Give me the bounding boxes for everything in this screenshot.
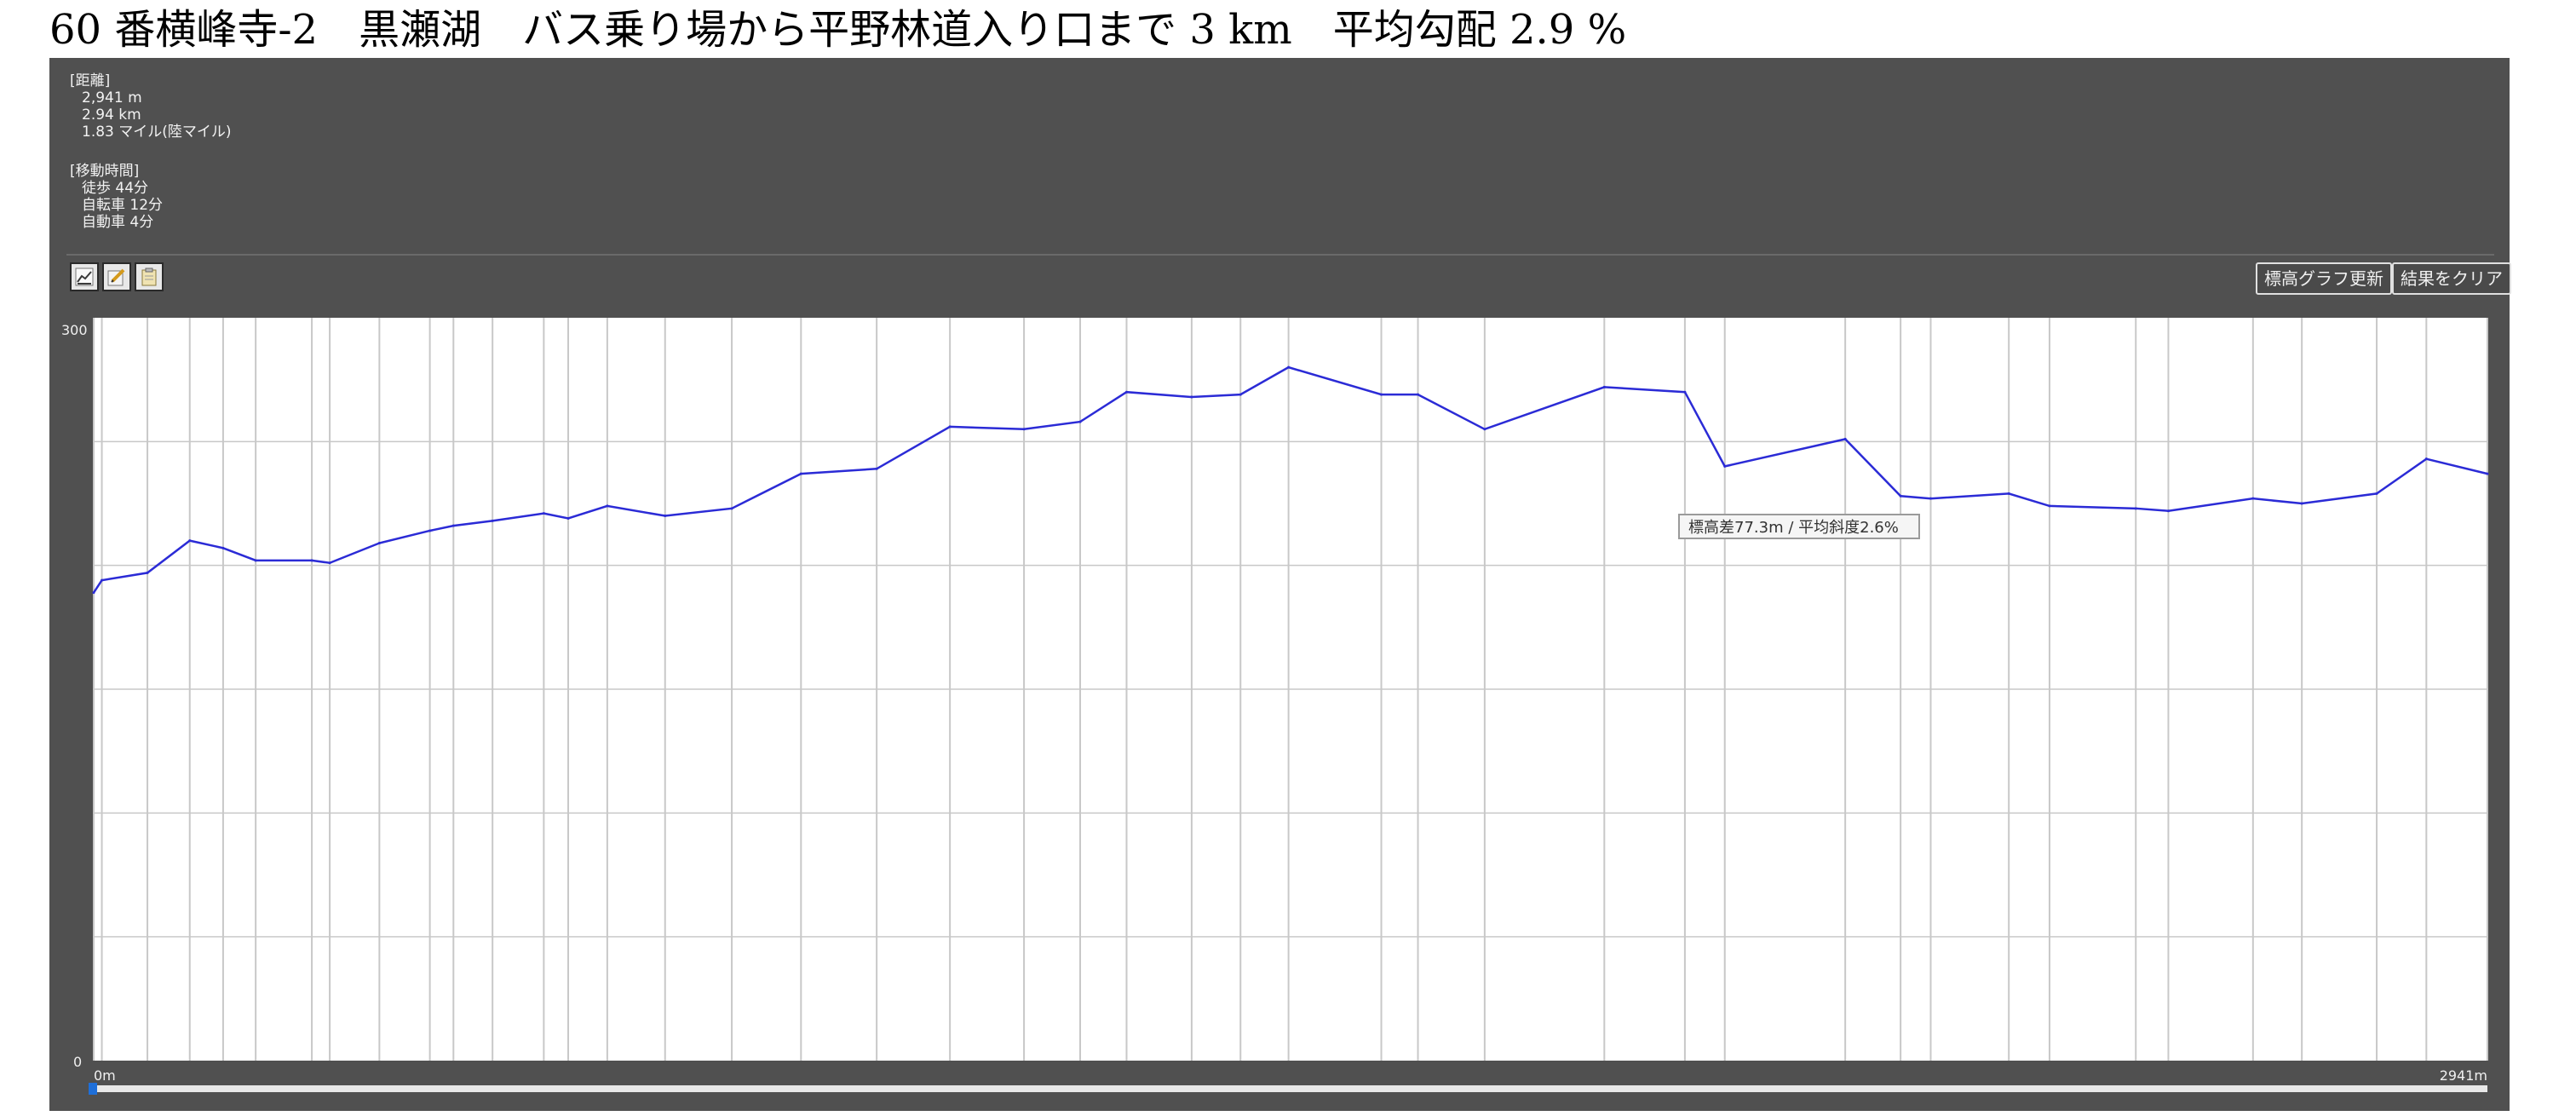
elevation-point — [221, 546, 225, 549]
elevation-point — [2251, 497, 2255, 500]
elevation-point — [491, 519, 494, 522]
elevation-point — [2424, 457, 2428, 461]
page-title: 60 番横峰寺-2 黒瀬湖 バス乗り場から平野林道入り口まで 3 km 平均勾配… — [49, 6, 1627, 54]
elevation-point — [1022, 428, 1026, 431]
range-scrollbar-handle[interactable] — [89, 1083, 97, 1095]
elevation-point — [566, 516, 570, 520]
elevation-point — [101, 578, 104, 582]
x-tick-label-end: 2941m — [2440, 1067, 2487, 1084]
elevation-point — [2134, 507, 2137, 510]
y-tick-label-top: 300 — [61, 322, 88, 338]
elevation-point — [377, 542, 381, 545]
elevation-point — [1843, 437, 1847, 440]
elevation-point — [1124, 390, 1128, 394]
elevation-point — [1683, 390, 1687, 394]
elevation-point — [428, 529, 432, 532]
elevation-point — [451, 524, 455, 527]
elevation-point — [1287, 365, 1291, 369]
range-scrollbar-track[interactable] — [94, 1085, 2487, 1092]
elevation-point — [606, 504, 609, 508]
elevation-point — [2300, 502, 2303, 505]
elevation-point — [1417, 393, 1420, 396]
elevation-point — [188, 539, 192, 543]
elevation-point — [1078, 420, 1082, 423]
elevation-point — [146, 571, 149, 574]
elevation-panel: [距離] 2,941 m 2.94 km 1.83 マイル(陸マイル) [移動時… — [49, 58, 2511, 1111]
elevation-point — [328, 561, 331, 565]
elevation-point — [1190, 395, 1193, 399]
elevation-point — [1483, 428, 1486, 431]
elevation-point — [664, 515, 667, 518]
elevation-point — [1929, 497, 1932, 500]
elevation-point — [875, 467, 878, 470]
elevation-point — [2166, 509, 2170, 513]
elevation-point — [92, 591, 95, 595]
elevation-point — [1380, 393, 1383, 396]
elevation-point — [2486, 472, 2489, 475]
elevation-point — [1602, 385, 1606, 388]
elevation-point — [2048, 504, 2051, 508]
tooltip: 標高差77.3m / 平均斜度2.6% — [1678, 514, 1920, 539]
elevation-point — [542, 512, 545, 515]
x-tick-label-start: 0m — [94, 1067, 116, 1084]
elevation-point — [310, 559, 313, 562]
y-tick-label-bottom: 0 — [73, 1054, 82, 1070]
elevation-point — [948, 425, 952, 429]
elevation-point — [254, 559, 257, 562]
elevation-point — [799, 472, 802, 475]
tooltip-text: 標高差77.3m / 平均斜度2.6% — [1688, 519, 1899, 537]
elevation-point — [2007, 492, 2010, 495]
elevation-point — [1899, 494, 1902, 498]
elevation-chart: 300 0 0m 2941m 標高差77.3m / 平均斜度2.6% — [61, 318, 2489, 1095]
elevation-point — [1239, 393, 1242, 396]
elevation-point — [2375, 492, 2378, 495]
elevation-point — [1723, 464, 1727, 468]
elevation-point — [730, 507, 733, 510]
